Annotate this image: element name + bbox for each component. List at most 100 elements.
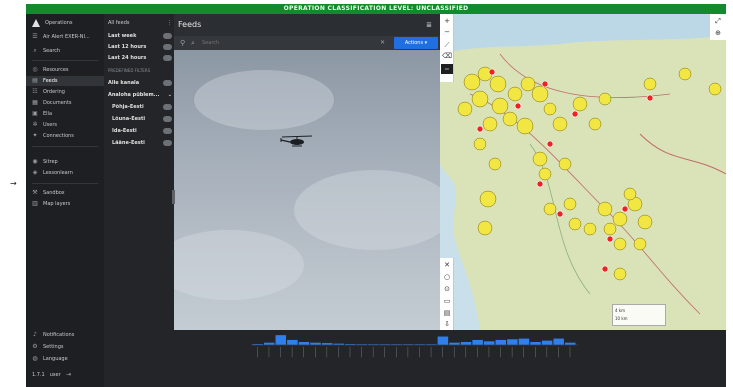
sidebar-item-ella[interactable]: ▣ Ella [26, 109, 104, 119]
sidebar-item-map-layers[interactable]: ▥ Map layers [26, 199, 104, 209]
timeline-bar[interactable] [402, 344, 414, 345]
workspace-selector[interactable]: ☰ Air Alert EXER-NI... [26, 32, 104, 42]
circle-tool-icon[interactable]: ○ [441, 272, 453, 282]
marker-icon[interactable]: ⊙ [441, 284, 453, 294]
sort-icon[interactable]: ≣ [426, 21, 432, 29]
timeline-bar[interactable] [460, 342, 472, 345]
filter-south[interactable]: Lõuna-Eesti [108, 114, 172, 123]
timeline-tick [280, 346, 281, 358]
sidebar-item-feeds[interactable]: ▤ Feeds [26, 76, 104, 86]
timeline-tick [535, 346, 536, 358]
filter-last-24-hours[interactable]: Last 24 hours [108, 53, 172, 62]
chevron-down-icon: ⌄ [167, 91, 172, 98]
ordering-icon: ☷ [32, 88, 38, 95]
rectangle-tool-icon[interactable]: ▭ [441, 296, 453, 306]
sidebar-item-label: Lessonlearn [43, 170, 73, 176]
timeline-bar[interactable] [287, 339, 298, 345]
filter-label: Last 24 hours [108, 54, 147, 61]
sidebar-search[interactable]: ⌕ Search [26, 46, 104, 56]
download-icon[interactable]: ⇩ [441, 319, 453, 329]
sidebar-item-lessons[interactable]: ◈ Lessonlearn [26, 168, 104, 178]
filter-group[interactable]: Analoha püblem... ⌄ [108, 90, 172, 99]
filter-all-channels[interactable]: Alle kanala [108, 78, 172, 87]
timeline-bar[interactable] [541, 340, 553, 345]
close-icon[interactable]: ✕ [441, 260, 453, 270]
timeline-bar[interactable] [449, 342, 460, 345]
sidebar-item-ordering[interactable]: ☷ Ordering [26, 87, 104, 97]
layers-icon: ▥ [32, 200, 38, 207]
sidebar-item-documents[interactable]: ▦ Documents [26, 98, 104, 108]
timeline-bar[interactable] [483, 341, 495, 345]
filter-east[interactable]: Ida-Eesti [108, 126, 172, 135]
sidebar-item-sitrep[interactable]: ◉ Sitrep [26, 157, 104, 167]
filters-menu-icon[interactable]: ⋮ [167, 20, 172, 26]
filter-north[interactable]: Põhja-Eesti [108, 102, 172, 111]
delete-icon[interactable]: ⌫ [441, 51, 453, 61]
timeline-bar[interactable] [507, 339, 518, 345]
sidebar-item-label: Ella [43, 111, 53, 117]
timeline-bar[interactable] [565, 342, 576, 345]
timeline-bar[interactable] [275, 335, 287, 345]
timeline-bar[interactable] [345, 344, 356, 345]
actions-button[interactable]: Actions ▾ [394, 37, 438, 49]
gps-icon[interactable]: ⊕ [712, 28, 724, 38]
map-view[interactable] [440, 14, 726, 330]
timeline-bar[interactable] [472, 339, 483, 345]
app-logo-icon [32, 19, 40, 27]
timeline-bar[interactable] [518, 338, 530, 345]
feed-video[interactable] [174, 50, 440, 330]
sidebar-item-sandbox[interactable]: ⚒ Sandbox [26, 188, 104, 198]
zoom-out-icon[interactable]: − [441, 27, 453, 37]
search-icon: ⌕ [191, 39, 195, 47]
timeline-bar[interactable] [553, 338, 564, 345]
timeline-bar[interactable] [368, 344, 379, 345]
timeline-tick [338, 346, 339, 358]
timeline-bar[interactable] [252, 344, 263, 345]
workspace-icon: ☰ [32, 33, 38, 40]
app-version: 1.7.1 [32, 372, 45, 378]
clear-search-icon[interactable]: ✕ [380, 39, 385, 46]
sidebar-item-label: Notifications [43, 332, 75, 338]
sidebar-item-users[interactable]: ✲ Users [26, 120, 104, 130]
divider [32, 183, 98, 184]
app-header[interactable]: Operations [26, 18, 104, 28]
sidebar-item-settings[interactable]: ⚙ Settings [26, 342, 104, 352]
timeline-bar[interactable] [333, 343, 344, 345]
timeline-bar[interactable] [530, 342, 541, 345]
timeline-tick [558, 346, 559, 358]
layers-icon[interactable]: ▤ [441, 308, 453, 318]
timeline-bar[interactable] [391, 344, 402, 345]
filter-icon[interactable]: ⚲ [180, 39, 185, 47]
zoom-in-icon[interactable]: + [441, 16, 453, 26]
timeline-bar[interactable] [495, 339, 507, 345]
measure-icon[interactable]: ▭ [441, 64, 453, 74]
filter-last-12-hours[interactable]: Last 12 hours [108, 42, 172, 51]
timeline-tick [465, 346, 467, 358]
sidebar-item-resources[interactable]: ◎ Resources [26, 65, 104, 75]
timeline-tick [500, 346, 501, 358]
fullscreen-icon[interactable]: ⤢ [712, 16, 724, 26]
timeline-bar[interactable] [263, 342, 275, 345]
timeline-bar[interactable] [321, 343, 333, 345]
timeline-tick [477, 346, 478, 358]
map-toolbar: + − ⟋ ⌫ ▭ [440, 14, 454, 82]
timeline-bar[interactable] [310, 342, 321, 345]
user-row[interactable]: 1.7.1 user ⇥ [26, 370, 104, 380]
timeline-histogram[interactable] [104, 330, 726, 360]
map-scale-box: 4 km 10 km [612, 304, 666, 326]
timeline-bar[interactable] [414, 344, 425, 345]
feeds-search-input[interactable] [202, 38, 372, 48]
timeline-bar[interactable] [379, 344, 391, 345]
sidebar-item-connections[interactable]: ✦ Connections [26, 131, 104, 141]
sidebar-item-notifications[interactable]: ♪ Notifications [26, 330, 104, 340]
timeline[interactable] [104, 330, 726, 387]
filter-west[interactable]: Lääne-Eesti [108, 138, 172, 147]
timeline-bar[interactable] [298, 342, 310, 345]
timeline-bar[interactable] [356, 344, 368, 345]
draw-line-icon[interactable]: ⟋ [441, 40, 453, 50]
filter-last-week[interactable]: Last week [108, 31, 172, 40]
panel-scrollbar[interactable] [172, 190, 175, 204]
sidebar-item-language[interactable]: ◍ Language [26, 354, 104, 364]
timeline-bar[interactable] [426, 344, 437, 345]
timeline-bar[interactable] [437, 336, 449, 345]
